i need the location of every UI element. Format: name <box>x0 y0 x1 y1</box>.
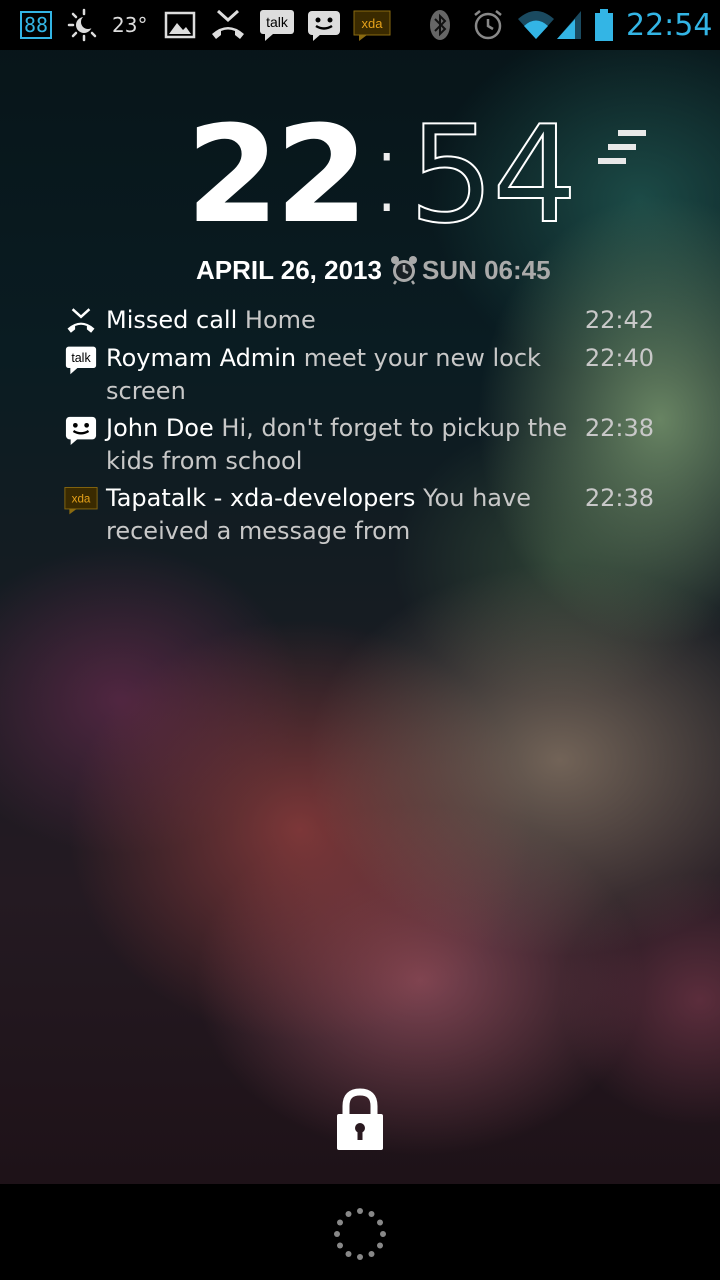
notification-tapatalk[interactable]: xda Tapatalk - xda-developers You have r… <box>64 482 664 548</box>
loading-spinner-icon <box>334 1208 386 1260</box>
gallery-icon <box>162 0 198 50</box>
status-time: 22:54 <box>626 7 713 43</box>
notification-time: 22:40 <box>584 344 654 372</box>
clock-minutes: 54 <box>408 97 579 253</box>
lock-screen: 88 23° talk xda 22:54 22: 54 APRIL 26, … <box>0 0 720 1280</box>
status-bar: 88 23° talk xda 22:54 <box>0 0 720 50</box>
talk-icon: talk <box>64 344 98 376</box>
messaging-icon <box>64 414 98 446</box>
wifi-icon <box>516 0 556 50</box>
weather-icon <box>66 0 102 50</box>
notification-title: Missed call <box>106 306 238 334</box>
date-row: APRIL 26, 2013 SUN 06:45 <box>196 252 551 288</box>
notification-message[interactable]: John Doe Hi, don't forget to pickup the … <box>64 412 664 478</box>
battery-icon <box>592 0 616 50</box>
lock-clock: 22 : 54 <box>186 97 579 253</box>
clock-colon: : <box>366 101 407 240</box>
clock-hours: 22 <box>186 97 368 253</box>
alarm-label: SUN 06:45 <box>421 254 551 285</box>
notification-time: 22:42 <box>584 306 654 334</box>
xda-icon: xda <box>352 0 392 50</box>
messaging-icon <box>306 0 342 50</box>
notification-title: Roymam Admin <box>106 344 297 372</box>
notification-missed-call[interactable]: Missed call Home 22:42 <box>64 304 664 338</box>
alarm-icon <box>470 0 506 50</box>
notification-title: John Doe <box>106 414 214 442</box>
88-badge-icon: 88 <box>20 0 53 50</box>
svg-text:talk: talk <box>71 351 91 365</box>
svg-text:talk: talk <box>266 14 289 30</box>
missed-call-icon <box>64 306 98 338</box>
lock-icon[interactable] <box>332 1088 388 1152</box>
notification-time: 22:38 <box>584 414 654 442</box>
date-label: APRIL 26, 2013 <box>196 254 382 285</box>
notification-title: Tapatalk - xda-developers <box>106 484 416 512</box>
notification-text: Home <box>244 306 316 334</box>
signal-icon <box>554 0 584 50</box>
widget-menu-icon[interactable] <box>596 128 648 168</box>
xda-icon: xda <box>64 484 98 516</box>
notification-time: 22:38 <box>584 484 654 512</box>
alarm-clock-icon <box>390 256 417 285</box>
bluetooth-icon <box>428 0 452 50</box>
notification-list: Missed call Home 22:42 talk Roymam Admin… <box>64 304 664 552</box>
svg-text:xda: xda <box>362 16 384 31</box>
temperature-label: 23° <box>112 13 148 37</box>
notification-talk[interactable]: talk Roymam Admin meet your new lock scr… <box>64 342 664 408</box>
missed-call-icon <box>208 0 248 50</box>
talk-icon: talk <box>258 0 296 50</box>
svg-text:xda: xda <box>72 493 91 506</box>
next-alarm: SUN 06:45 <box>390 255 551 286</box>
navigation-bar <box>0 1184 720 1280</box>
